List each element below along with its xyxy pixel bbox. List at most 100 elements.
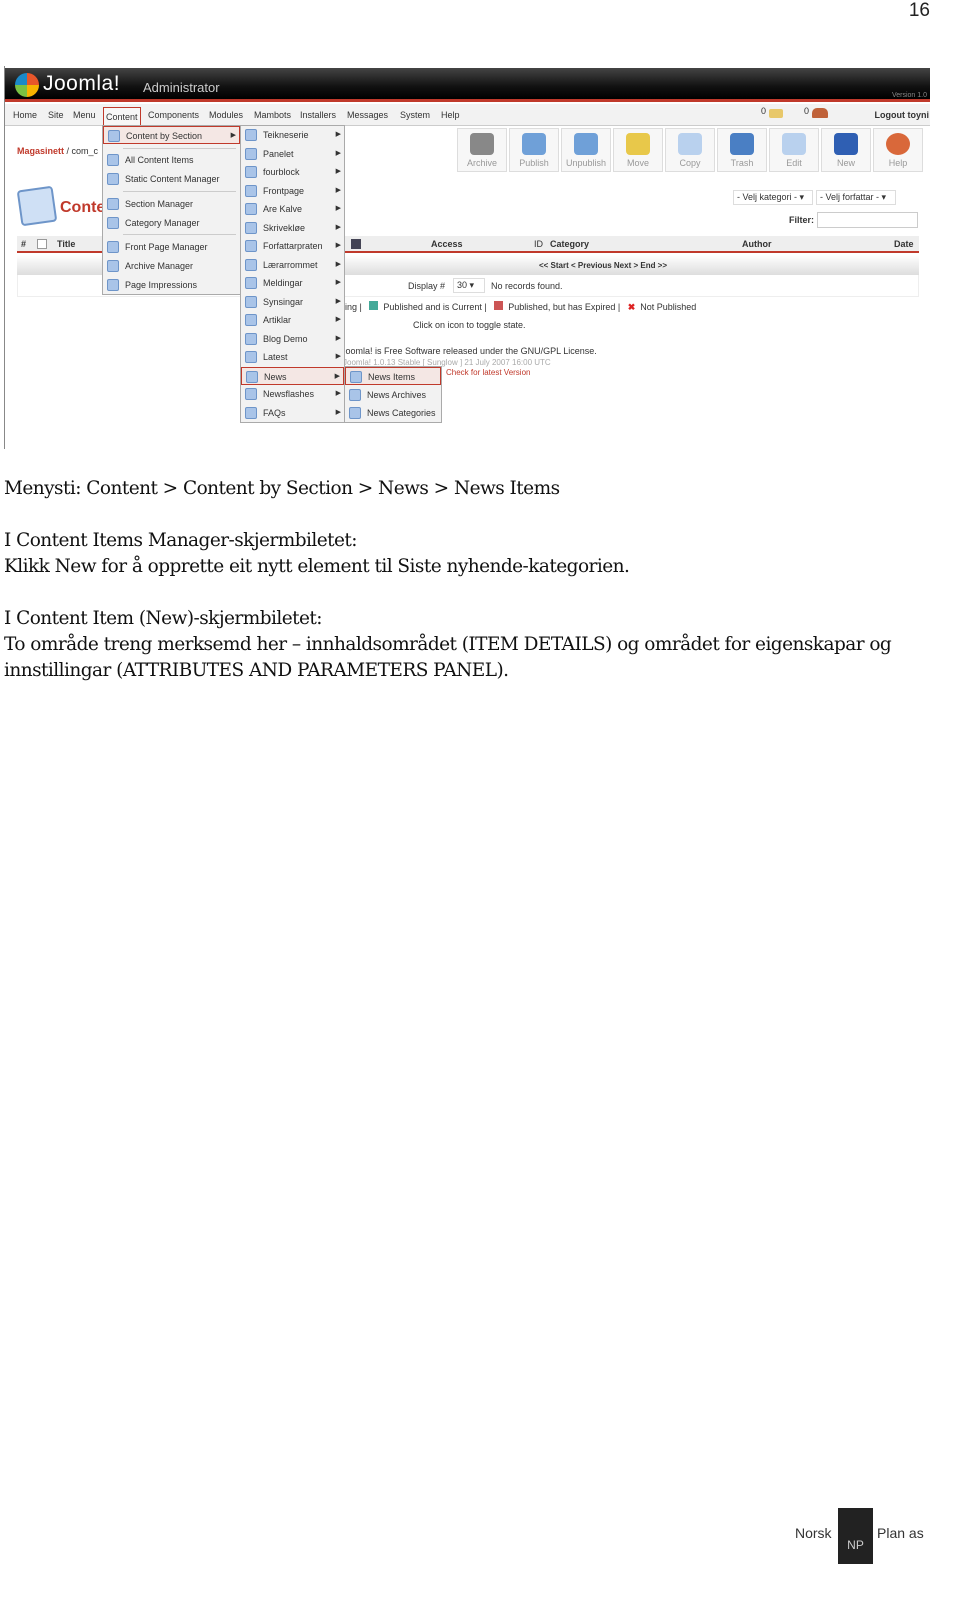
section-item[interactable]: Synsingar ▶: [241, 293, 344, 311]
filter-input[interactable]: [817, 212, 918, 228]
save-order-icon[interactable]: [351, 239, 361, 249]
check-version-link[interactable]: Check for latest Version: [446, 368, 530, 377]
unpublish-icon: [574, 133, 598, 155]
menu-item-all-content[interactable]: All Content Items: [103, 151, 240, 169]
menu-home[interactable]: Home: [13, 110, 37, 120]
section-icon: [245, 277, 257, 289]
menu-item-page-impressions[interactable]: Page Impressions: [103, 276, 240, 294]
section-item[interactable]: Lærarrommet ▶: [241, 256, 344, 274]
section-item[interactable]: Teikneserie ▶: [241, 126, 344, 144]
section-item[interactable]: fourblock ▶: [241, 163, 344, 181]
help-button[interactable]: Help: [873, 128, 923, 172]
menu-components[interactable]: Components: [148, 110, 199, 120]
menu-installers[interactable]: Installers: [300, 110, 336, 120]
section-item[interactable]: Newsflashes ▶: [241, 385, 344, 403]
filter-label: Filter:: [789, 215, 815, 225]
submenu-arrow-icon: ▶: [335, 186, 341, 194]
edit-button[interactable]: Edit: [769, 128, 819, 172]
col-date[interactable]: Date: [894, 239, 914, 249]
menu-content[interactable]: Content: [103, 107, 141, 126]
messages-count[interactable]: 0: [761, 106, 766, 116]
menu-menu[interactable]: Menu: [73, 110, 96, 120]
submenu-arrow-icon: ▶: [335, 353, 341, 360]
section-item[interactable]: Meldingar ▶: [241, 274, 344, 292]
version: Version 1.0: [891, 92, 927, 99]
submenu-arrow-icon: ▶: [335, 149, 341, 157]
menu-messages[interactable]: Messages: [347, 110, 388, 120]
section-item[interactable]: Frontpage ▶: [241, 182, 344, 200]
section-item[interactable]: Latest ▶: [241, 348, 344, 366]
section-icon: [245, 129, 257, 141]
paragraph-3-heading: I Content Item (New)-skjermbiletet:: [4, 608, 323, 629]
joomla-logo-icon: [15, 73, 39, 97]
submenu-arrow-icon: ▶: [335, 168, 341, 175]
col-author[interactable]: Author: [742, 239, 772, 249]
body-text: Menysti: Content > Content by Section > …: [4, 476, 944, 710]
menu-item-static-content[interactable]: Static Content Manager: [103, 170, 240, 188]
menu-item-section-manager[interactable]: Section Manager: [103, 195, 240, 213]
menu-help[interactable]: Help: [441, 110, 460, 120]
archive-button[interactable]: Archive: [457, 128, 507, 172]
section-item[interactable]: News ▶: [241, 366, 344, 385]
menu-modules[interactable]: Modules: [209, 110, 243, 120]
paragraph-3-body: To område treng merksemd her – innhaldso…: [4, 634, 892, 681]
section-icon: [245, 351, 257, 363]
select-all-checkbox[interactable]: [37, 239, 47, 249]
unpublish-button[interactable]: Unpublish: [561, 128, 611, 172]
move-button[interactable]: Move: [613, 128, 663, 172]
logout-link[interactable]: Logout toyni: [875, 110, 929, 120]
breadcrumb-site[interactable]: Magasinett: [17, 146, 64, 156]
section-item[interactable]: FAQs ▶: [241, 404, 344, 422]
section-icon: [245, 240, 257, 252]
publish-button[interactable]: Publish: [509, 128, 559, 172]
submenu-arrow-icon: ▶: [335, 334, 341, 342]
joomla-screenshot: Joomla! Administrator Version 1.0 Home S…: [4, 66, 930, 449]
section-icon: [245, 258, 257, 271]
display-label: Display #: [408, 281, 446, 291]
menu-item-category-manager[interactable]: Category Manager: [103, 214, 240, 232]
users-count[interactable]: 0: [804, 106, 809, 116]
mail-icon[interactable]: [769, 109, 783, 118]
trash-button[interactable]: Trash: [717, 128, 767, 172]
col-id[interactable]: ID: [534, 239, 543, 249]
author-select[interactable]: - Velj forfattar - ▾: [816, 190, 896, 205]
section-item[interactable]: Panelet ▶: [241, 145, 344, 163]
menu-item-archive-manager[interactable]: Archive Manager: [103, 257, 240, 275]
menu-item-news-items[interactable]: News Items: [345, 367, 441, 385]
section-item[interactable]: Blog Demo ▶: [241, 330, 344, 348]
section-icon: [245, 314, 257, 326]
submenu-arrow-icon: ▶: [335, 408, 341, 416]
menu-item-content-by-section[interactable]: Content by Section ▶: [103, 126, 240, 144]
section-icon: [245, 166, 257, 178]
legend: ing | Published and is Current | Publish…: [345, 301, 697, 312]
submenu-arrow-icon: ▶: [335, 242, 341, 249]
not-published-icon: ✖: [627, 302, 636, 312]
col-title[interactable]: Title: [57, 239, 75, 249]
section-icon: [246, 370, 258, 383]
menu-item-news-archives[interactable]: News Archives: [345, 386, 441, 404]
menu-item-news-categories[interactable]: News Categories: [345, 404, 441, 422]
submenu-arrow-icon: ▶: [335, 316, 341, 323]
col-category[interactable]: Category: [550, 239, 589, 249]
menu-item-front-page-manager[interactable]: Front Page Manager: [103, 238, 240, 256]
admin-header: Joomla! Administrator Version 1.0: [5, 68, 930, 102]
submenu-arrow-icon: ▶: [335, 279, 341, 286]
section-item[interactable]: Are Kalve ▶: [241, 200, 344, 218]
new-button[interactable]: New: [821, 128, 871, 172]
section-item[interactable]: Artiklar ▶: [241, 311, 344, 329]
menu-site[interactable]: Site: [48, 110, 64, 120]
col-access[interactable]: Access: [431, 239, 463, 249]
users-icon[interactable]: [812, 108, 828, 118]
category-select[interactable]: - Velj kategori - ▾: [733, 190, 813, 205]
section-item[interactable]: Skrivekløe ▶: [241, 219, 344, 237]
section-icon: [245, 388, 257, 400]
section-icon: [245, 203, 257, 215]
new-icon: [834, 133, 858, 155]
section-icon: [245, 184, 257, 197]
menu-mambots[interactable]: Mambots: [254, 110, 291, 120]
footer-logo-mark: NP: [838, 1508, 873, 1564]
section-item[interactable]: Forfattarpraten ▶: [241, 237, 344, 255]
copy-button[interactable]: Copy: [665, 128, 715, 172]
menu-system[interactable]: System: [400, 110, 430, 120]
display-select[interactable]: 30 ▾: [453, 278, 485, 293]
